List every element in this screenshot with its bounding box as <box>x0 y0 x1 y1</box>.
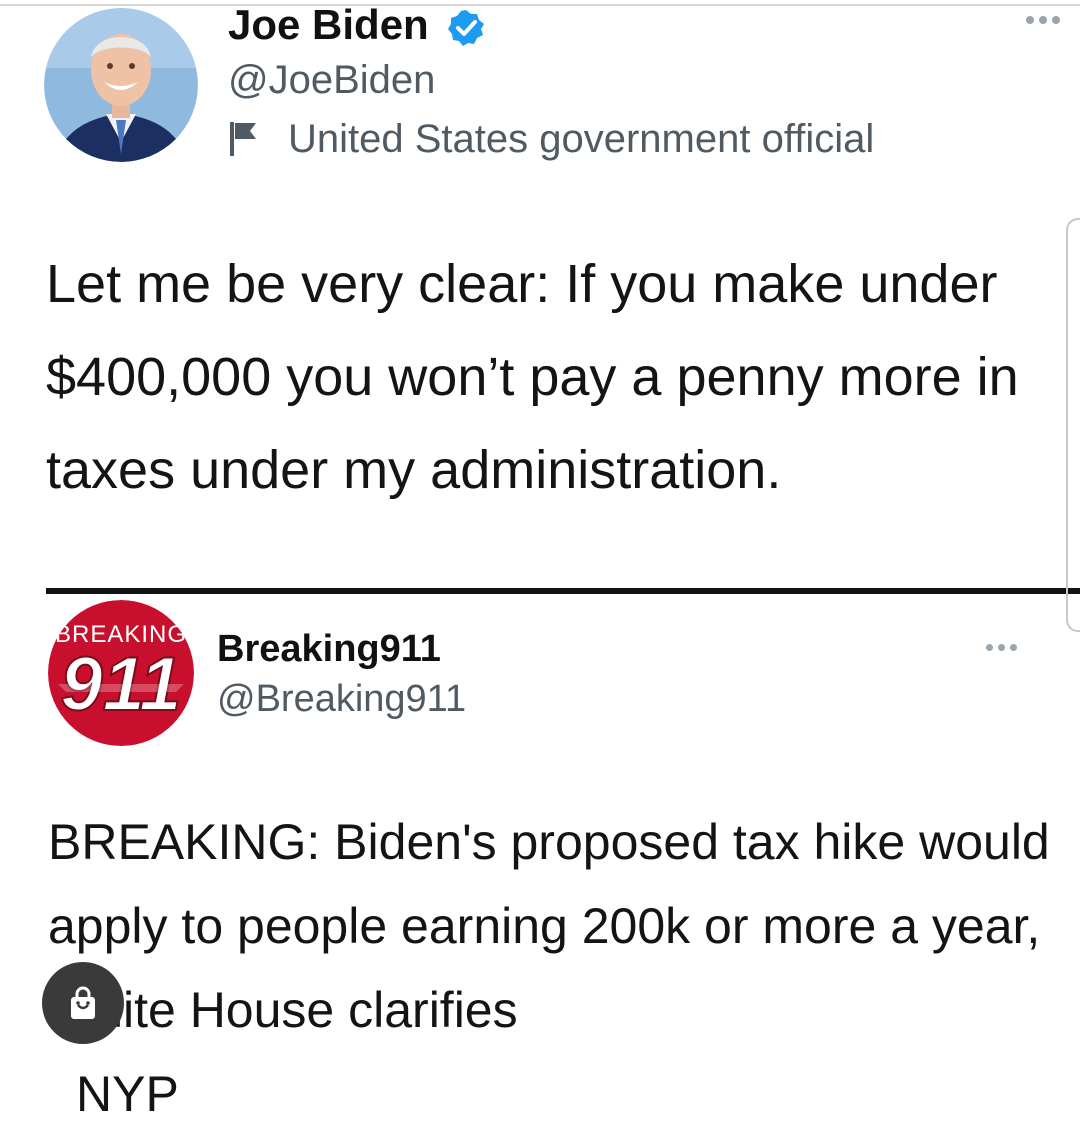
user-handle[interactable]: @Breaking911 <box>217 676 466 722</box>
tweet-text: Let me be very clear: If you make under … <box>46 254 1019 500</box>
shopping-bag-icon <box>71 986 95 1019</box>
tweet-divider <box>46 588 1080 594</box>
breaking911-avatar-image: BREAKING 911 <box>48 600 194 746</box>
flag-icon <box>230 122 256 156</box>
display-name[interactable]: Breaking911 <box>217 626 441 672</box>
avatar[interactable] <box>44 8 198 162</box>
tweet-text: BREAKING: Biden's proposed tax hike woul… <box>48 814 1050 1038</box>
more-options-icon[interactable] <box>1026 16 1060 24</box>
avatar[interactable]: BREAKING 911 <box>48 600 194 746</box>
shopping-bag-button[interactable] <box>42 962 124 1044</box>
more-options-icon[interactable] <box>986 644 1017 651</box>
display-name[interactable]: Joe Biden <box>228 0 429 50</box>
biden-avatar-image <box>44 8 198 162</box>
verified-badge-icon <box>448 10 484 46</box>
scroll-edge <box>1066 218 1080 632</box>
user-handle[interactable]: @JoeBiden <box>228 56 435 104</box>
tweet-joe-biden: Joe Biden @JoeBiden United States govern… <box>0 0 1080 590</box>
cut-off-text: NYP <box>76 1066 179 1122</box>
government-label[interactable]: United States government official <box>288 114 874 164</box>
